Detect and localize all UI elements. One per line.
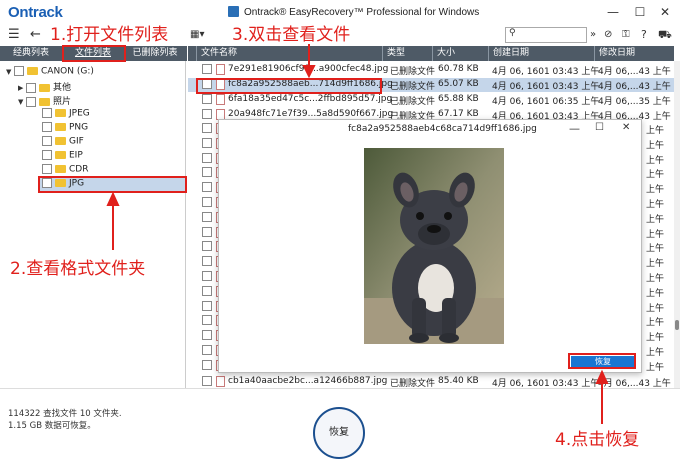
annotation-arrows [106,44,609,424]
